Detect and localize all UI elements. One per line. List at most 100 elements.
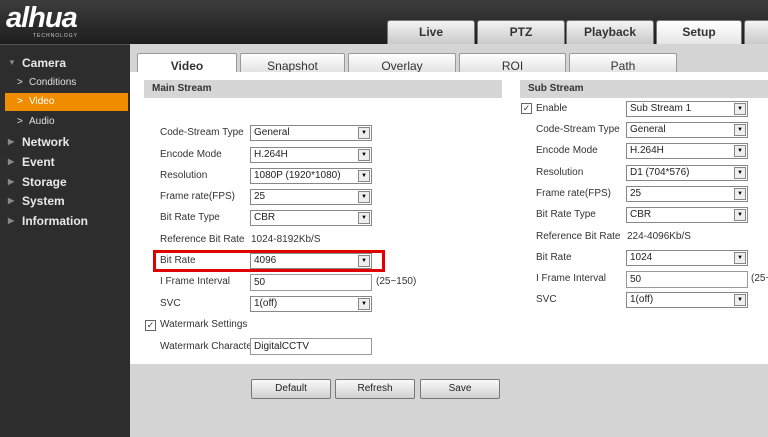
frame-rate-label: Frame rate(FPS) xyxy=(160,191,236,202)
main-stream-header: Main Stream xyxy=(144,80,502,98)
bit-rate-highlight-box xyxy=(153,250,385,272)
sub-bit-rate-type-select[interactable]: CBR ▼ xyxy=(626,207,748,223)
sub-code-stream-type-select[interactable]: General ▼ xyxy=(626,122,748,138)
watermark-checkbox[interactable]: ✓ xyxy=(145,320,156,331)
i-frame-interval-input[interactable]: 50 xyxy=(250,274,372,291)
select-value: H.264H xyxy=(254,149,288,160)
tab-setup[interactable]: Setup xyxy=(656,20,742,44)
select-value: CBR xyxy=(630,209,652,220)
sub-encode-mode-label: Encode Mode xyxy=(536,145,598,156)
resolution-select[interactable]: 1080P (1920*1080) ▼ xyxy=(250,168,372,184)
sidebar: ▼ Camera > Conditions > Video > Audio ▶ … xyxy=(0,44,130,437)
default-button[interactable]: Default xyxy=(251,379,331,399)
sidebar-label: Network xyxy=(22,135,70,149)
sidebar-item-video[interactable]: > Video xyxy=(5,93,128,111)
sidebar-item-audio[interactable]: > Audio xyxy=(5,113,128,131)
chevron-right-icon: > xyxy=(17,77,23,88)
dropdown-arrow-icon: ▼ xyxy=(358,191,370,203)
reference-bit-rate-value: 1024-8192Kb/S xyxy=(251,234,321,245)
sub-i-frame-range-hint: (25~ xyxy=(751,273,768,284)
sidebar-label: Camera xyxy=(22,56,67,70)
sub-stream-select[interactable]: Sub Stream 1 ▼ xyxy=(626,101,748,117)
dropdown-arrow-icon: ▼ xyxy=(734,294,746,306)
sidebar-label: Audio xyxy=(29,116,55,127)
video-settings-panel: Main Stream Code-Stream Type General ▼ En… xyxy=(130,72,768,392)
tab-playback[interactable]: Playback xyxy=(566,20,654,44)
select-value: 1024 xyxy=(630,252,653,263)
code-stream-type-label: Code-Stream Type xyxy=(160,127,244,138)
sub-i-frame-interval-label: I Frame Interval xyxy=(536,273,607,284)
sidebar-item-information[interactable]: ▶ Information xyxy=(0,212,130,230)
sub-svc-select[interactable]: 1(off) ▼ xyxy=(626,292,748,308)
encode-mode-select[interactable]: H.264H ▼ xyxy=(250,147,372,163)
triangle-right-icon: ▶ xyxy=(8,177,15,186)
triangle-right-icon: ▶ xyxy=(8,216,15,225)
select-value: Sub Stream 1 xyxy=(630,103,692,114)
sidebar-label: Conditions xyxy=(29,77,77,88)
bit-rate-type-label: Bit Rate Type xyxy=(160,212,220,223)
watermark-settings-label: Watermark Settings xyxy=(160,319,248,330)
sub-code-stream-type-label: Code-Stream Type xyxy=(536,124,620,135)
svc-label: SVC xyxy=(160,298,181,309)
top-bar: alhua TECHNOLOGY Live PTZ Playback Setup xyxy=(0,0,768,44)
button-bar: Default Refresh Save xyxy=(130,364,768,437)
save-button[interactable]: Save xyxy=(420,379,500,399)
dropdown-arrow-icon: ▼ xyxy=(734,145,746,157)
sidebar-item-camera[interactable]: ▼ Camera xyxy=(0,54,130,72)
triangle-right-icon: ▶ xyxy=(8,137,15,146)
sub-resolution-select[interactable]: D1 (704*576) ▼ xyxy=(626,165,748,181)
dropdown-arrow-icon: ▼ xyxy=(734,209,746,221)
code-stream-type-select[interactable]: General ▼ xyxy=(250,125,372,141)
sub-frame-rate-select[interactable]: 25 ▼ xyxy=(626,186,748,202)
dropdown-arrow-icon: ▼ xyxy=(358,170,370,182)
sidebar-label: Storage xyxy=(22,175,67,189)
watermark-character-label: Watermark Character xyxy=(160,341,256,352)
i-frame-interval-label: I Frame Interval xyxy=(160,276,231,287)
sub-encode-mode-select[interactable]: H.264H ▼ xyxy=(626,143,748,159)
sidebar-item-system[interactable]: ▶ System xyxy=(0,192,130,210)
triangle-down-icon: ▼ xyxy=(8,58,16,67)
sidebar-label: Information xyxy=(22,214,88,228)
sidebar-item-event[interactable]: ▶ Event xyxy=(0,153,130,171)
frame-rate-select[interactable]: 25 ▼ xyxy=(250,189,372,205)
sub-reference-bit-rate-label: Reference Bit Rate xyxy=(536,231,621,242)
sub-bit-rate-select[interactable]: 1024 ▼ xyxy=(626,250,748,266)
dropdown-arrow-icon: ▼ xyxy=(358,149,370,161)
sub-reference-bit-rate-value: 224-4096Kb/S xyxy=(627,231,691,242)
bit-rate-type-select[interactable]: CBR ▼ xyxy=(250,210,372,226)
sub-stream-header: Sub Stream xyxy=(520,80,768,98)
select-value: 25 xyxy=(630,188,642,199)
sidebar-item-network[interactable]: ▶ Network xyxy=(0,133,130,151)
i-frame-range-hint: (25~150) xyxy=(376,276,417,287)
dropdown-arrow-icon: ▼ xyxy=(734,252,746,264)
sidebar-label: System xyxy=(22,194,65,208)
svc-select[interactable]: 1(off) ▼ xyxy=(250,296,372,312)
triangle-right-icon: ▶ xyxy=(8,196,15,205)
resolution-label: Resolution xyxy=(160,170,208,181)
tab-more[interactable] xyxy=(744,20,768,44)
sidebar-label: Event xyxy=(22,155,55,169)
dropdown-arrow-icon: ▼ xyxy=(358,212,370,224)
tab-ptz[interactable]: PTZ xyxy=(477,20,565,44)
sub-frame-rate-label: Frame rate(FPS) xyxy=(536,188,612,199)
sidebar-item-storage[interactable]: ▶ Storage xyxy=(0,173,130,191)
enable-label: Enable xyxy=(536,103,568,114)
refresh-button[interactable]: Refresh xyxy=(335,379,415,399)
sub-bit-rate-label: Bit Rate xyxy=(536,252,572,263)
select-value: General xyxy=(254,127,290,138)
dropdown-arrow-icon: ▼ xyxy=(358,127,370,139)
tab-live[interactable]: Live xyxy=(387,20,475,44)
dropdown-arrow-icon: ▼ xyxy=(358,298,370,310)
enable-checkbox[interactable]: ✓ xyxy=(521,103,532,114)
select-value: 1(off) xyxy=(630,294,654,305)
sidebar-label: Video xyxy=(29,96,55,107)
reference-bit-rate-label: Reference Bit Rate xyxy=(160,234,245,245)
dropdown-arrow-icon: ▼ xyxy=(734,124,746,136)
chevron-right-icon: > xyxy=(17,116,23,127)
sidebar-item-conditions[interactable]: > Conditions xyxy=(5,74,128,92)
sub-i-frame-interval-input[interactable]: 50 xyxy=(626,271,748,288)
sub-resolution-label: Resolution xyxy=(536,167,584,178)
select-value: D1 (704*576) xyxy=(630,167,690,178)
encode-mode-label: Encode Mode xyxy=(160,149,222,160)
watermark-character-input[interactable]: DigitalCCTV xyxy=(250,338,372,355)
